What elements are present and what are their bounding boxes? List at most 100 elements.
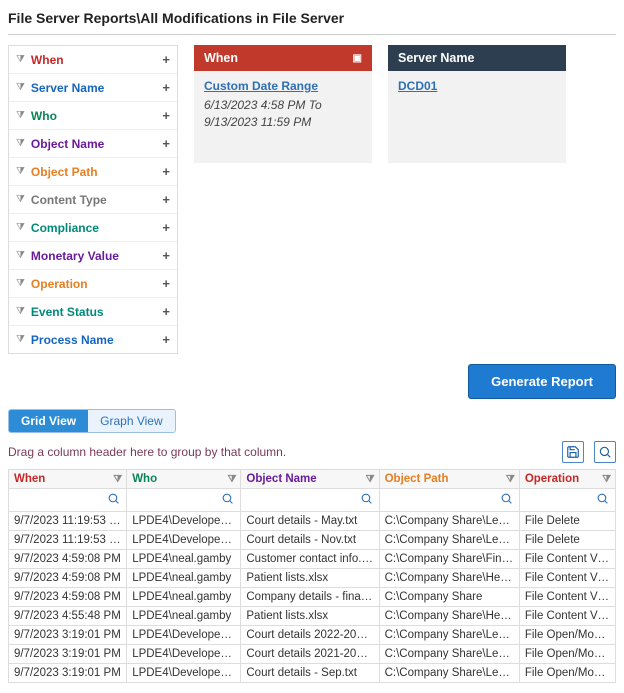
generate-report-button[interactable]: Generate Report xyxy=(468,364,616,399)
column-filter-icon[interactable]: ⧩ xyxy=(113,474,122,485)
cell-who: LPDE4\Developer-Ext xyxy=(127,512,241,531)
table-row[interactable]: 9/7/2023 11:19:53 PMLPDE4\Developer-ExtC… xyxy=(9,512,616,531)
column-label: Operation xyxy=(525,473,579,485)
cell-op: File Open/Modify xyxy=(519,645,615,664)
column-header-object-path[interactable]: Object Path ⧩ xyxy=(379,470,519,489)
column-label: Object Path xyxy=(385,473,449,485)
cell-when: 9/7/2023 4:59:08 PM xyxy=(9,569,127,588)
card-when-title: When xyxy=(204,51,238,65)
table-row[interactable]: 9/7/2023 4:59:08 PMLPDE4\neal.gambyPatie… xyxy=(9,569,616,588)
cell-path: C:\Company Share\Healthc... xyxy=(379,569,519,588)
cell-op: File Content View xyxy=(519,588,615,607)
search-icon[interactable] xyxy=(594,441,616,463)
cell-obj: Court details 2022-2023.txt xyxy=(241,626,379,645)
filter-row-monetary-value[interactable]: ⧩ Monetary Value + xyxy=(9,242,177,270)
filter-label: Who xyxy=(31,109,57,123)
column-search-cell[interactable] xyxy=(241,489,379,512)
column-search-cell[interactable] xyxy=(519,489,615,512)
filter-row-object-name[interactable]: ⧩Object Name+ xyxy=(9,130,177,158)
page-title: File Server Reports\All Modifications in… xyxy=(8,6,616,35)
filter-icon: ⧩ xyxy=(16,194,25,205)
table-row[interactable]: 9/7/2023 3:19:01 PMLPDE4\Developer-ExtCo… xyxy=(9,626,616,645)
cell-who: LPDE4\neal.gamby xyxy=(127,607,241,626)
table-row[interactable]: 9/7/2023 3:19:01 PMLPDE4\Developer-ExtCo… xyxy=(9,664,616,683)
table-row[interactable]: 9/7/2023 4:59:08 PMLPDE4\neal.gambyCusto… xyxy=(9,550,616,569)
filter-icon: ⧩ xyxy=(16,250,25,261)
plus-icon: + xyxy=(162,220,170,235)
cell-op: File Content View xyxy=(519,550,615,569)
table-row[interactable]: 9/7/2023 4:55:48 PMLPDE4\neal.gambyPatie… xyxy=(9,607,616,626)
server-name-link[interactable]: DCD01 xyxy=(398,79,556,93)
table-row[interactable]: 9/7/2023 4:59:08 PMLPDE4\neal.gambyCompa… xyxy=(9,588,616,607)
filter-icon: ⧩ xyxy=(16,166,25,177)
column-filter-icon[interactable]: ⧩ xyxy=(366,474,375,485)
tab-graph-view[interactable]: Graph View xyxy=(88,410,174,432)
table-row[interactable]: 9/7/2023 11:19:53 PMLPDE4\Developer-ExtC… xyxy=(9,531,616,550)
cell-op: File Content View xyxy=(519,569,615,588)
filter-row-when[interactable]: ⧩When+ xyxy=(9,46,177,74)
column-search-cell[interactable] xyxy=(9,489,127,512)
cell-when: 9/7/2023 4:59:08 PM xyxy=(9,588,127,607)
filter-row-process-name[interactable]: ⧩Process Name+ xyxy=(9,326,177,353)
tab-grid-view[interactable]: Grid View xyxy=(9,410,88,432)
column-label: Who xyxy=(132,473,157,485)
filter-row-object-path[interactable]: ⧩Object Path+ xyxy=(9,158,177,186)
filter-label: Server Name xyxy=(31,81,104,95)
column-filter-icon[interactable]: ⧩ xyxy=(227,474,236,485)
card-server-header: Server Name xyxy=(388,45,566,71)
card-server: Server Name DCD01 xyxy=(388,45,566,354)
card-server-title: Server Name xyxy=(398,51,474,65)
card-when: When ▣ Custom Date Range 6/13/2023 4:58 … xyxy=(194,45,372,354)
when-range-line1: 6/13/2023 4:58 PM To xyxy=(204,97,362,114)
cell-obj: Court details - Sep.txt xyxy=(241,664,379,683)
cell-when: 9/7/2023 11:19:53 PM xyxy=(9,512,127,531)
cell-who: LPDE4\neal.gamby xyxy=(127,569,241,588)
plus-icon: + xyxy=(162,52,170,67)
cell-op: File Content View xyxy=(519,607,615,626)
filter-row-event-status[interactable]: ⧩Event Status+ xyxy=(9,298,177,326)
filter-row-server-name[interactable]: ⧩Server Name+ xyxy=(9,74,177,102)
filter-icon: ⧩ xyxy=(16,138,25,149)
filter-row-content-type[interactable]: ⧩Content Type+ xyxy=(9,186,177,214)
cell-path: C:\Company Share\Healthc... xyxy=(379,607,519,626)
expand-icon[interactable]: ▣ xyxy=(353,53,362,64)
filter-label: Object Path xyxy=(31,165,98,179)
plus-icon: + xyxy=(162,248,170,263)
save-icon[interactable] xyxy=(562,441,584,463)
cell-obj: Patient lists.xlsx xyxy=(241,569,379,588)
column-header-operation[interactable]: Operation ⧩ xyxy=(519,470,615,489)
column-search-cell[interactable] xyxy=(127,489,241,512)
column-filter-icon[interactable]: ⧩ xyxy=(602,474,611,485)
filter-label: Event Status xyxy=(31,305,104,319)
plus-icon: + xyxy=(162,192,170,207)
filter-label: Monetary Value xyxy=(31,249,119,263)
column-search-cell[interactable] xyxy=(379,489,519,512)
cell-obj: Court details 2021-2022.txt xyxy=(241,645,379,664)
cell-path: C:\Company Share\Legal\C... xyxy=(379,645,519,664)
filter-icon: ⧩ xyxy=(16,222,25,233)
filter-label: When xyxy=(31,53,64,67)
column-filter-icon[interactable]: ⧩ xyxy=(506,474,515,485)
plus-icon: + xyxy=(162,108,170,123)
filter-row-operation[interactable]: ⧩Operation+ xyxy=(9,270,177,298)
cell-when: 9/7/2023 3:19:01 PM xyxy=(9,626,127,645)
cell-when: 9/7/2023 3:19:01 PM xyxy=(9,664,127,683)
cell-obj: Court details - Nov.txt xyxy=(241,531,379,550)
cell-path: C:\Company Share xyxy=(379,588,519,607)
table-row[interactable]: 9/7/2023 3:19:01 PMLPDE4\Developer-ExtCo… xyxy=(9,645,616,664)
column-header-object-name[interactable]: Object Name⧩ xyxy=(241,470,379,489)
cell-obj: Court details - May.txt xyxy=(241,512,379,531)
cell-who: LPDE4\Developer-Ext xyxy=(127,664,241,683)
group-hint: Drag a column header here to group by th… xyxy=(8,445,286,459)
filter-row-compliance[interactable]: ⧩ Compliance + xyxy=(9,214,177,242)
filter-label: Compliance xyxy=(31,221,99,235)
column-header-when[interactable]: When⧩ xyxy=(9,470,127,489)
when-range-link[interactable]: Custom Date Range xyxy=(204,79,362,93)
filter-label: Process Name xyxy=(31,333,114,347)
filter-label: Object Name xyxy=(31,137,104,151)
column-header-who[interactable]: Who ⧩ xyxy=(127,470,241,489)
filter-row-who[interactable]: ⧩Who+ xyxy=(9,102,177,130)
cell-path: C:\Company Share\Legal\C... xyxy=(379,512,519,531)
filter-icon: ⧩ xyxy=(16,306,25,317)
cell-who: LPDE4\Developer-Ext xyxy=(127,531,241,550)
